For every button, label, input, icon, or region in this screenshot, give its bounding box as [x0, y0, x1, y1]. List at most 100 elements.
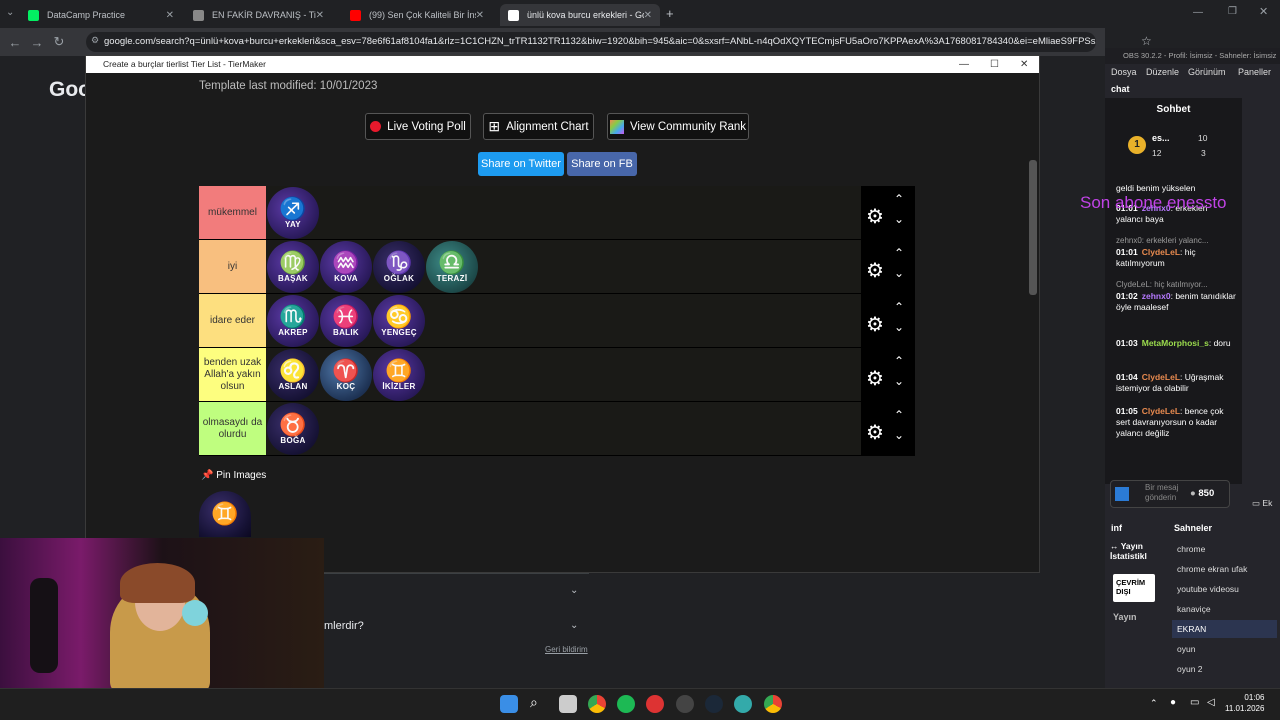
view-community-rank-button[interactable]: View Community Rank	[607, 113, 749, 140]
obs-menu-item[interactable]: Paneller	[1238, 67, 1271, 77]
obs-menu-item[interactable]: Dosya	[1111, 67, 1137, 77]
site-info-icon[interactable]: ⚙	[91, 35, 99, 46]
app-globe-icon[interactable]	[734, 695, 752, 713]
zodiac-sign-item[interactable]: ♓ BALIK	[320, 295, 372, 347]
zodiac-sign-item[interactable]: ♌ ASLAN	[267, 349, 319, 401]
tab-close-icon[interactable]: ✕	[644, 10, 652, 21]
obs-menu-item[interactable]: Görünüm	[1188, 67, 1226, 77]
bookmark-star-icon[interactable]: ☆	[1141, 34, 1152, 48]
tray-network-icon[interactable]: ▭	[1190, 697, 1199, 708]
faq-question[interactable]: mlerdir?	[324, 620, 364, 632]
chat-username[interactable]: ClydeLeL	[1142, 372, 1180, 382]
gear-icon[interactable]: ⚙	[866, 204, 884, 229]
tab-search-icon[interactable]: ⌄	[6, 7, 14, 18]
app-red-icon[interactable]	[646, 695, 664, 713]
alignment-chart-button[interactable]: ⊞ Alignment Chart	[483, 113, 594, 140]
popup-maximize-icon[interactable]: ☐	[990, 56, 999, 73]
tier-label[interactable]: idare eder	[199, 294, 266, 347]
tray-mic-icon[interactable]: ●	[1170, 697, 1176, 708]
tab-close-icon[interactable]: ✕	[316, 10, 324, 21]
zodiac-sign-item[interactable]: ♍ BAŞAK	[267, 241, 319, 293]
live-voting-poll-button[interactable]: Live Voting Poll	[365, 113, 471, 140]
tier-label[interactable]: benden uzak Allah'a yakın olsun	[199, 348, 266, 401]
obs-menu-item[interactable]: Düzenle	[1146, 67, 1179, 77]
chat-username[interactable]: ClydeLeL	[1142, 406, 1180, 416]
minimize-browser-icon[interactable]: —	[1193, 7, 1203, 18]
gear-icon[interactable]: ⚙	[866, 312, 884, 337]
zodiac-name: TERAZİ	[436, 273, 468, 283]
chevron-down-icon[interactable]: ⌄	[894, 212, 904, 226]
scene-item[interactable]: chrome	[1172, 540, 1277, 558]
chevron-down-icon[interactable]: ⌄	[894, 320, 904, 334]
reload-icon[interactable]: ↻	[48, 34, 70, 50]
zodiac-sign-item[interactable]: ♐ YAY	[267, 187, 319, 239]
popup-close-icon[interactable]: ✕	[1020, 56, 1028, 73]
taskbar-clock[interactable]: 01:06 11.01.2026	[1225, 692, 1264, 714]
chrome-2-icon[interactable]	[764, 695, 782, 713]
chevron-up-icon[interactable]: ⌃	[894, 192, 904, 206]
gear-icon[interactable]: ⚙	[866, 258, 884, 283]
gear-icon[interactable]: ⚙	[866, 420, 884, 445]
scene-item[interactable]: EKRAN	[1172, 620, 1277, 638]
browser-tab[interactable]: EN FAKİR DAVRANIŞ - Tier List✕	[185, 4, 332, 26]
browser-tab[interactable]: (99) Sen Çok Kaliteli Bir İnsansın✕	[342, 4, 492, 26]
pinned-sign-ikizler[interactable]: ♊	[199, 491, 251, 537]
chevron-down-icon[interactable]: ⌄	[570, 620, 578, 631]
zodiac-sign-item[interactable]: ♊ İKİZLER	[373, 349, 425, 401]
chevron-up-icon[interactable]: ⌃	[894, 246, 904, 260]
monitor-icon: ▭	[1252, 498, 1261, 508]
tray-chevron-icon[interactable]: ⌃	[1150, 698, 1158, 709]
chevron-down-icon[interactable]: ⌄	[570, 585, 578, 596]
scene-item[interactable]: kanaviçe	[1172, 600, 1277, 618]
scene-item[interactable]: youtube videosu	[1172, 580, 1277, 598]
url-bar[interactable]: google.com/search?q=ünlü+kova+burcu+erke…	[86, 32, 1096, 52]
popup-minimize-icon[interactable]: —	[959, 56, 969, 73]
zodiac-sign-item[interactable]: ♒ KOVA	[320, 241, 372, 293]
chat-username[interactable]: zehnx0	[1142, 291, 1171, 301]
chrome-icon[interactable]	[588, 695, 606, 713]
zodiac-sign-item[interactable]: ♑ OĞLAK	[373, 241, 425, 293]
chat-username[interactable]: ClydeLeL	[1142, 247, 1180, 257]
browser-tab[interactable]: DataCamp Practice ✕	[20, 4, 182, 26]
zodiac-sign-item[interactable]: ♉ BOĞA	[267, 403, 319, 455]
tray-volume-icon[interactable]: ◁	[1207, 697, 1215, 708]
feedback-link[interactable]: Geri bildirim	[545, 645, 588, 654]
file-explorer-icon[interactable]	[559, 695, 577, 713]
popup-scrollbar[interactable]	[1029, 160, 1037, 295]
zodiac-sign-item[interactable]: ♋ YENGEÇ	[373, 295, 425, 347]
chevron-up-icon[interactable]: ⌃	[894, 300, 904, 314]
chevron-down-icon[interactable]: ⌄	[894, 266, 904, 280]
chat-username[interactable]: MetaMorphosi_s	[1142, 338, 1209, 348]
gear-icon[interactable]: ⚙	[866, 366, 884, 391]
scene-item[interactable]: oyun 2	[1172, 660, 1277, 678]
chevron-down-icon[interactable]: ⌄	[894, 374, 904, 388]
browser-tab[interactable]: ünlü kova burcu erkekleri - Goo ✕	[500, 4, 660, 26]
forward-icon[interactable]: →	[26, 35, 48, 50]
chevron-down-icon[interactable]: ⌄	[894, 428, 904, 442]
back-icon[interactable]: ←	[4, 35, 26, 50]
spotify-icon[interactable]	[617, 695, 635, 713]
zodiac-sign-item[interactable]: ♎ TERAZİ	[426, 241, 478, 293]
obs-icon[interactable]	[676, 695, 694, 713]
search-icon[interactable]: ⌕	[530, 694, 538, 711]
tab-close-icon[interactable]: ✕	[166, 10, 174, 21]
tier-label[interactable]: mükemmel	[199, 186, 266, 239]
share-fb-button[interactable]: Share on FB	[567, 152, 637, 176]
tab-close-icon[interactable]: ✕	[476, 10, 484, 21]
tier-label[interactable]: olmasaydı da olurdu	[199, 402, 266, 455]
scene-item[interactable]: chrome ekran ufak	[1172, 560, 1277, 578]
start-icon[interactable]	[500, 695, 518, 713]
zodiac-sign-item[interactable]: ♈ KOÇ	[320, 349, 372, 401]
tier-label[interactable]: iyi	[199, 240, 266, 293]
chevron-up-icon[interactable]: ⌃	[894, 408, 904, 422]
share-twitter-button[interactable]: Share on Twitter	[478, 152, 564, 176]
scene-item[interactable]: oyun	[1172, 640, 1277, 658]
channel-points[interactable]: ● 850	[1190, 488, 1214, 499]
steam-icon[interactable]	[705, 695, 723, 713]
zodiac-sign-item[interactable]: ♏ AKREP	[267, 295, 319, 347]
maximize-browser-icon[interactable]: ❐	[1228, 6, 1237, 17]
close-browser-icon[interactable]: ✕	[1259, 5, 1268, 18]
tab-title: DataCamp Practice	[47, 10, 126, 20]
new-tab-icon[interactable]: +	[666, 6, 674, 21]
chevron-up-icon[interactable]: ⌃	[894, 354, 904, 368]
